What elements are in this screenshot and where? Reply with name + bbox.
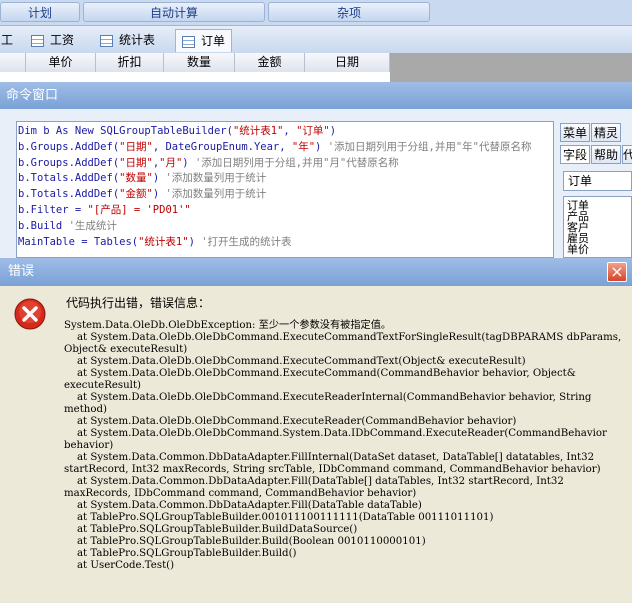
tab-label: 工	[1, 33, 14, 47]
code-line: MainTable = Tables("统计表1") '打开生成的统计表	[18, 235, 292, 248]
nav-misc-button[interactable]: 杂项	[268, 2, 430, 22]
column-header-date[interactable]: 日期	[305, 53, 390, 72]
tab-wages[interactable]: 工资	[31, 29, 74, 51]
nav-plan-button[interactable]: 计划	[0, 2, 80, 22]
column-header-quantity[interactable]: 数量	[164, 53, 235, 72]
tab-menu[interactable]: 菜单	[560, 123, 590, 142]
code-line: b.Groups.AddDef("日期","月") '添加日期列用于分组,并用"…	[18, 156, 399, 169]
grid-empty-area	[390, 53, 632, 82]
tab-label: 工资	[50, 33, 75, 47]
tab-fields[interactable]: 字段	[560, 145, 590, 164]
code-line: b.Build '生成统计	[18, 219, 117, 232]
top-nav-bar: 计划 自动计算 杂项	[0, 0, 632, 26]
code-line: b.Filter = "[产品] = 'PD01'"	[18, 203, 191, 216]
table-tab-strip: 工 工资 统计表 订单	[0, 26, 632, 54]
code-line: Dim b As New SQLGroupTableBuilder("统计表1"…	[18, 125, 337, 137]
code-line: b.Totals.AddDef("数量") '添加数量列用于统计	[18, 172, 267, 185]
field-list[interactable]: 订单 产品 客户 雇员 单价	[563, 196, 632, 258]
tab-code[interactable]: 代	[622, 145, 632, 164]
table-icon	[31, 34, 44, 47]
tab-stats[interactable]: 统计表	[100, 29, 155, 51]
tab-wizard[interactable]: 精灵	[591, 123, 621, 142]
tab-orders[interactable]: 订单	[175, 29, 233, 52]
tab-partial[interactable]: 工	[1, 29, 13, 51]
table-icon	[100, 34, 113, 47]
code-editor[interactable]: Dim b As New SQLGroupTableBuilder("统计表1"…	[16, 121, 554, 258]
grid-header: 单价 折扣 数量 金额 日期	[0, 53, 390, 73]
field-list-item[interactable]: 单价	[567, 244, 631, 255]
tab-label: 统计表	[119, 33, 156, 47]
error-icon	[14, 298, 46, 330]
error-dialog-title: 错误	[0, 258, 632, 286]
grid-body[interactable]	[0, 72, 390, 82]
column-header-amount[interactable]: 金额	[235, 53, 305, 72]
tab-label: 订单	[201, 34, 226, 48]
row-header-corner	[0, 53, 26, 72]
table-name-input[interactable]: 订单	[563, 171, 632, 191]
nav-auto-calc-button[interactable]: 自动计算	[83, 2, 265, 22]
error-heading: 代码执行出错，错误信息：	[66, 296, 211, 310]
column-header-discount[interactable]: 折扣	[96, 53, 164, 72]
tab-help[interactable]: 帮助	[591, 145, 621, 164]
column-header-price[interactable]: 单价	[26, 53, 96, 72]
table-icon	[182, 35, 195, 48]
code-line: b.Totals.AddDef("金额") '添加数量列用于统计	[18, 188, 267, 201]
error-message: System.Data.OleDb.OleDbException: 至少一个参数…	[64, 320, 622, 571]
close-button[interactable]: ×	[607, 262, 627, 282]
code-line: b.Groups.AddDef("日期", DateGroupEnum.Year…	[18, 140, 532, 153]
command-window-title: 命令窗口	[0, 82, 632, 109]
